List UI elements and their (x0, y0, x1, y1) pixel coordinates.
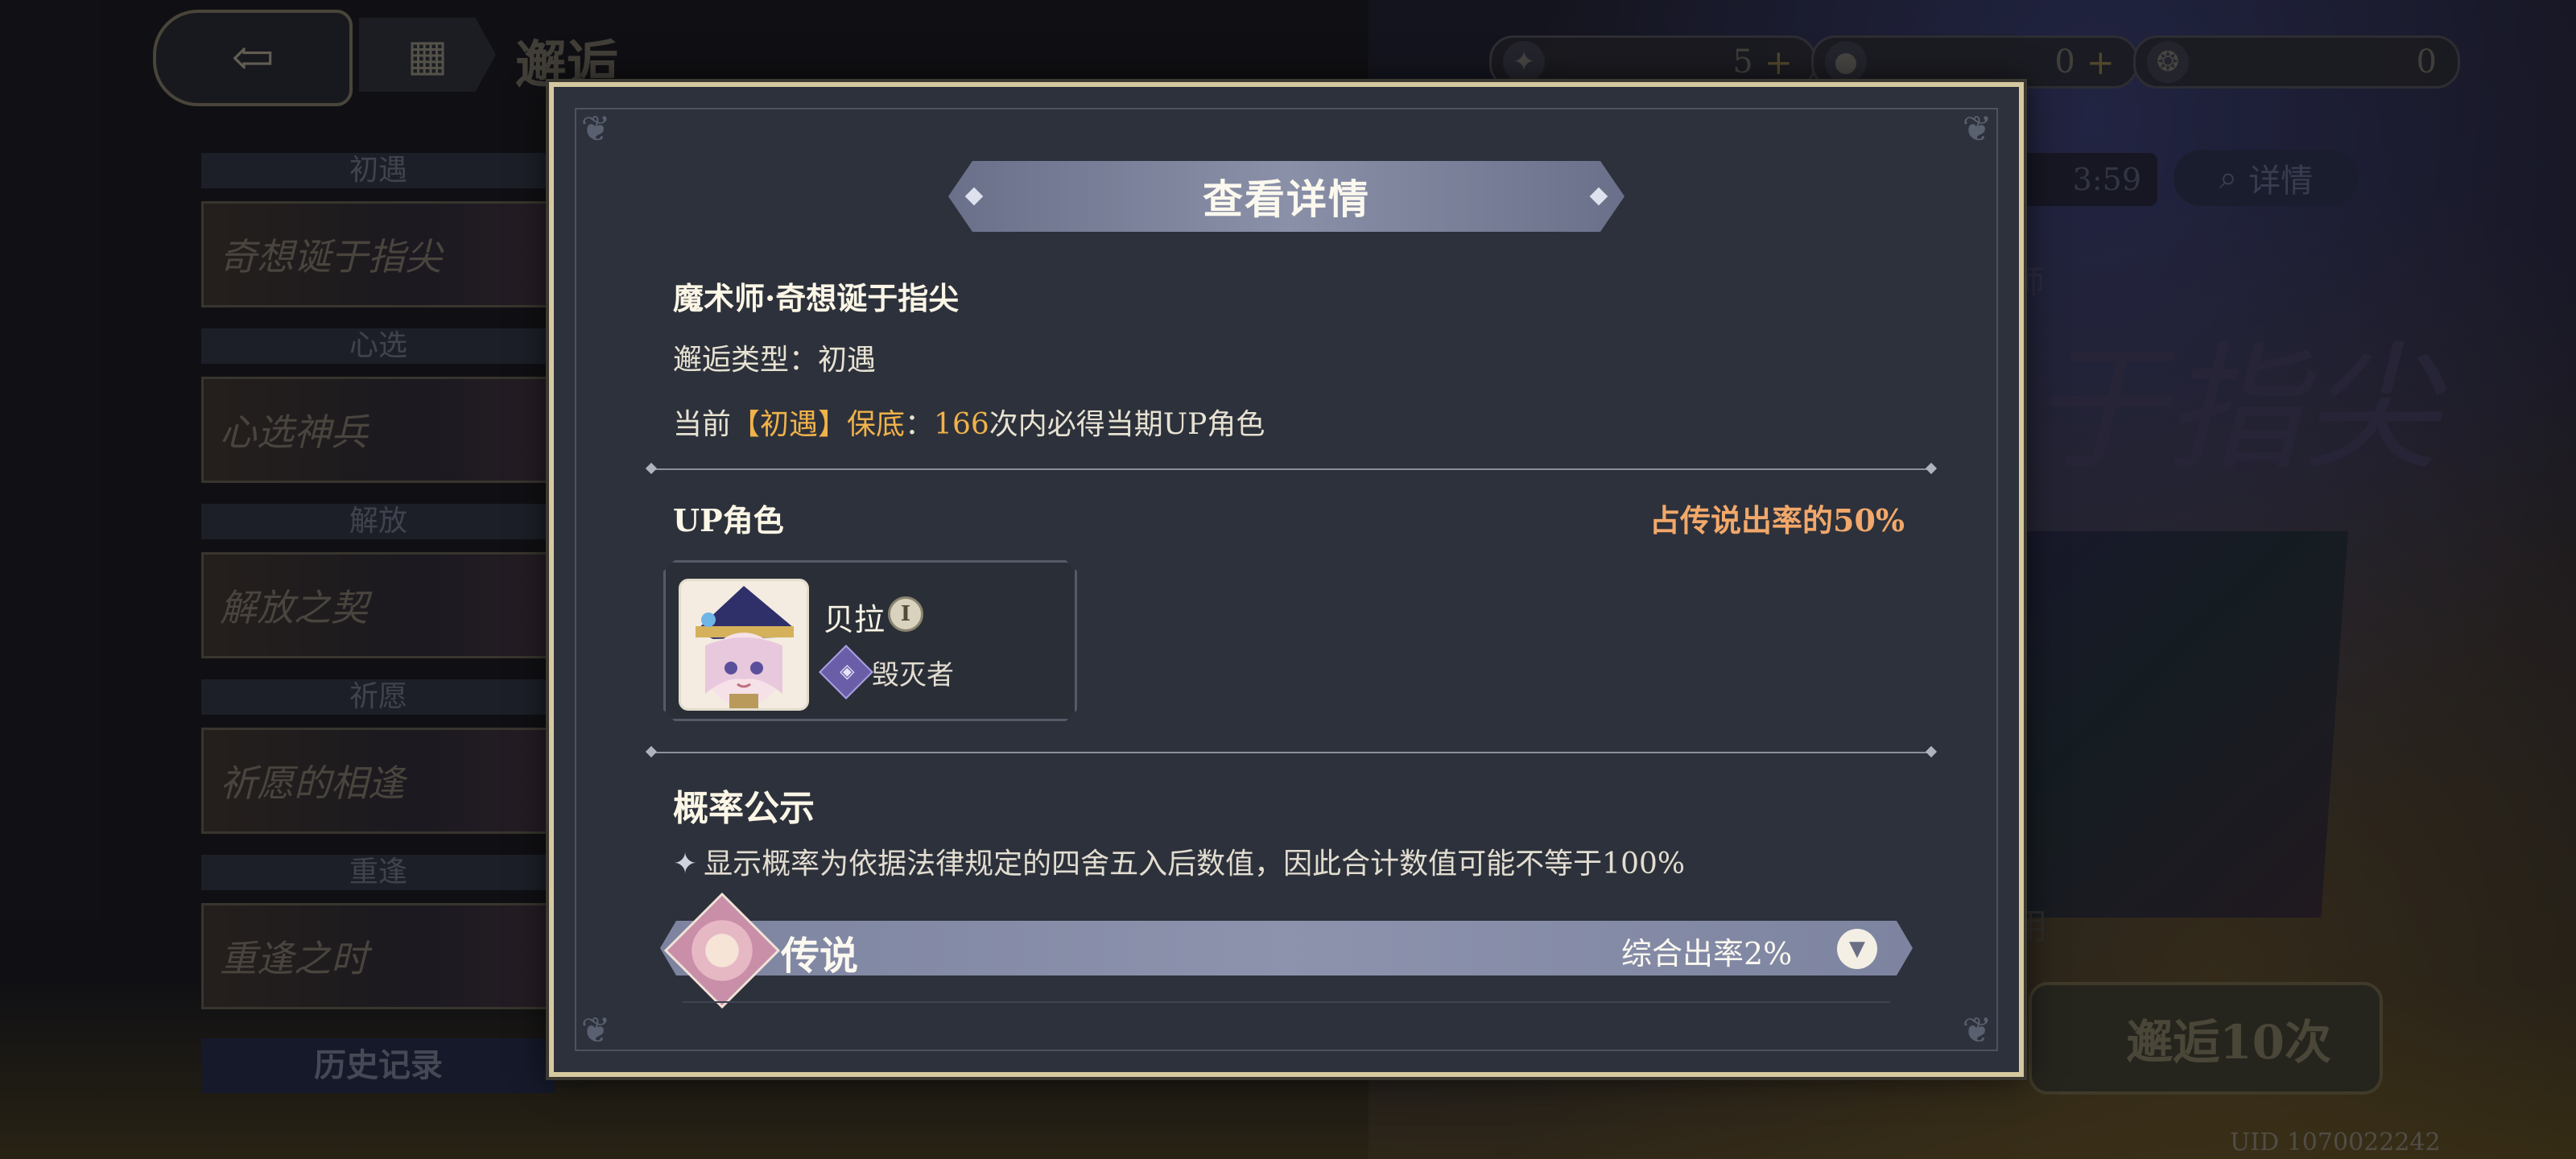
section-divider (650, 752, 1932, 753)
encounter-type: 邂逅类型：初遇 (673, 336, 876, 378)
rarity-label: 传说 (781, 934, 859, 979)
pity-tag: 【初遇】保底 (731, 408, 906, 441)
pity-colon: ： (905, 408, 935, 441)
diamond-ornament-icon (965, 188, 984, 206)
character-class: 毁灭者 (872, 659, 954, 691)
detail-modal: ❦ ❦ ❦ ❦ 查看详情 魔术师·奇想诞于指尖 邂逅类型：初遇 当前【初遇】保底… (549, 82, 2024, 1077)
pity-info: 当前【初遇】保底：166次内必得当期UP角色 (673, 401, 1265, 443)
rarity-rate: 综合出率2% (1621, 936, 1793, 971)
pity-prefix: 当前 (673, 408, 732, 441)
character-name: 贝拉 (824, 602, 886, 637)
corner-ornament-icon: ❦ (1962, 1009, 1992, 1051)
section-divider (650, 468, 1932, 470)
modal-header: 查看详情 (948, 161, 1624, 232)
corner-ornament-icon: ❦ (1962, 108, 1992, 150)
sparkle-icon: ✦ (673, 848, 698, 881)
up-rate-note: 占传说出率的50% (1649, 502, 1905, 538)
encounter-type-value: 初遇 (818, 344, 877, 377)
destroyer-class-icon: ◈ (819, 645, 873, 699)
encounter-type-label: 邂逅类型： (673, 344, 819, 377)
probability-note-text: 显示概率为依据法律规定的四舍五入后数值，因此合计数值可能不等于100% (704, 848, 1686, 881)
row-divider (683, 1001, 1890, 1003)
banner-name: 魔术师·奇想诞于指尖 (673, 280, 960, 316)
witch-portrait-icon (681, 581, 807, 708)
diamond-ornament-icon (1590, 188, 1608, 206)
up-section-title: UP角色 (673, 502, 784, 538)
probability-title: 概率公示 (673, 788, 815, 829)
character-avatar (679, 579, 809, 711)
modal-title: 查看详情 (1203, 175, 1370, 223)
pity-suffix: 次内必得当期UP角色 (989, 408, 1265, 441)
up-character-card[interactable]: 贝拉 I ◈ 毁灭者 (663, 560, 1077, 721)
probability-note: ✦ 显示概率为依据法律规定的四舍五入后数值，因此合计数值可能不等于100% (673, 840, 1685, 882)
chevron-down-icon[interactable]: ▼ (1837, 929, 1877, 969)
character-badge-icon: I (888, 596, 923, 632)
corner-ornament-icon: ❦ (580, 1009, 611, 1051)
corner-ornament-icon: ❦ (580, 108, 611, 150)
pity-count: 166 (934, 408, 989, 441)
